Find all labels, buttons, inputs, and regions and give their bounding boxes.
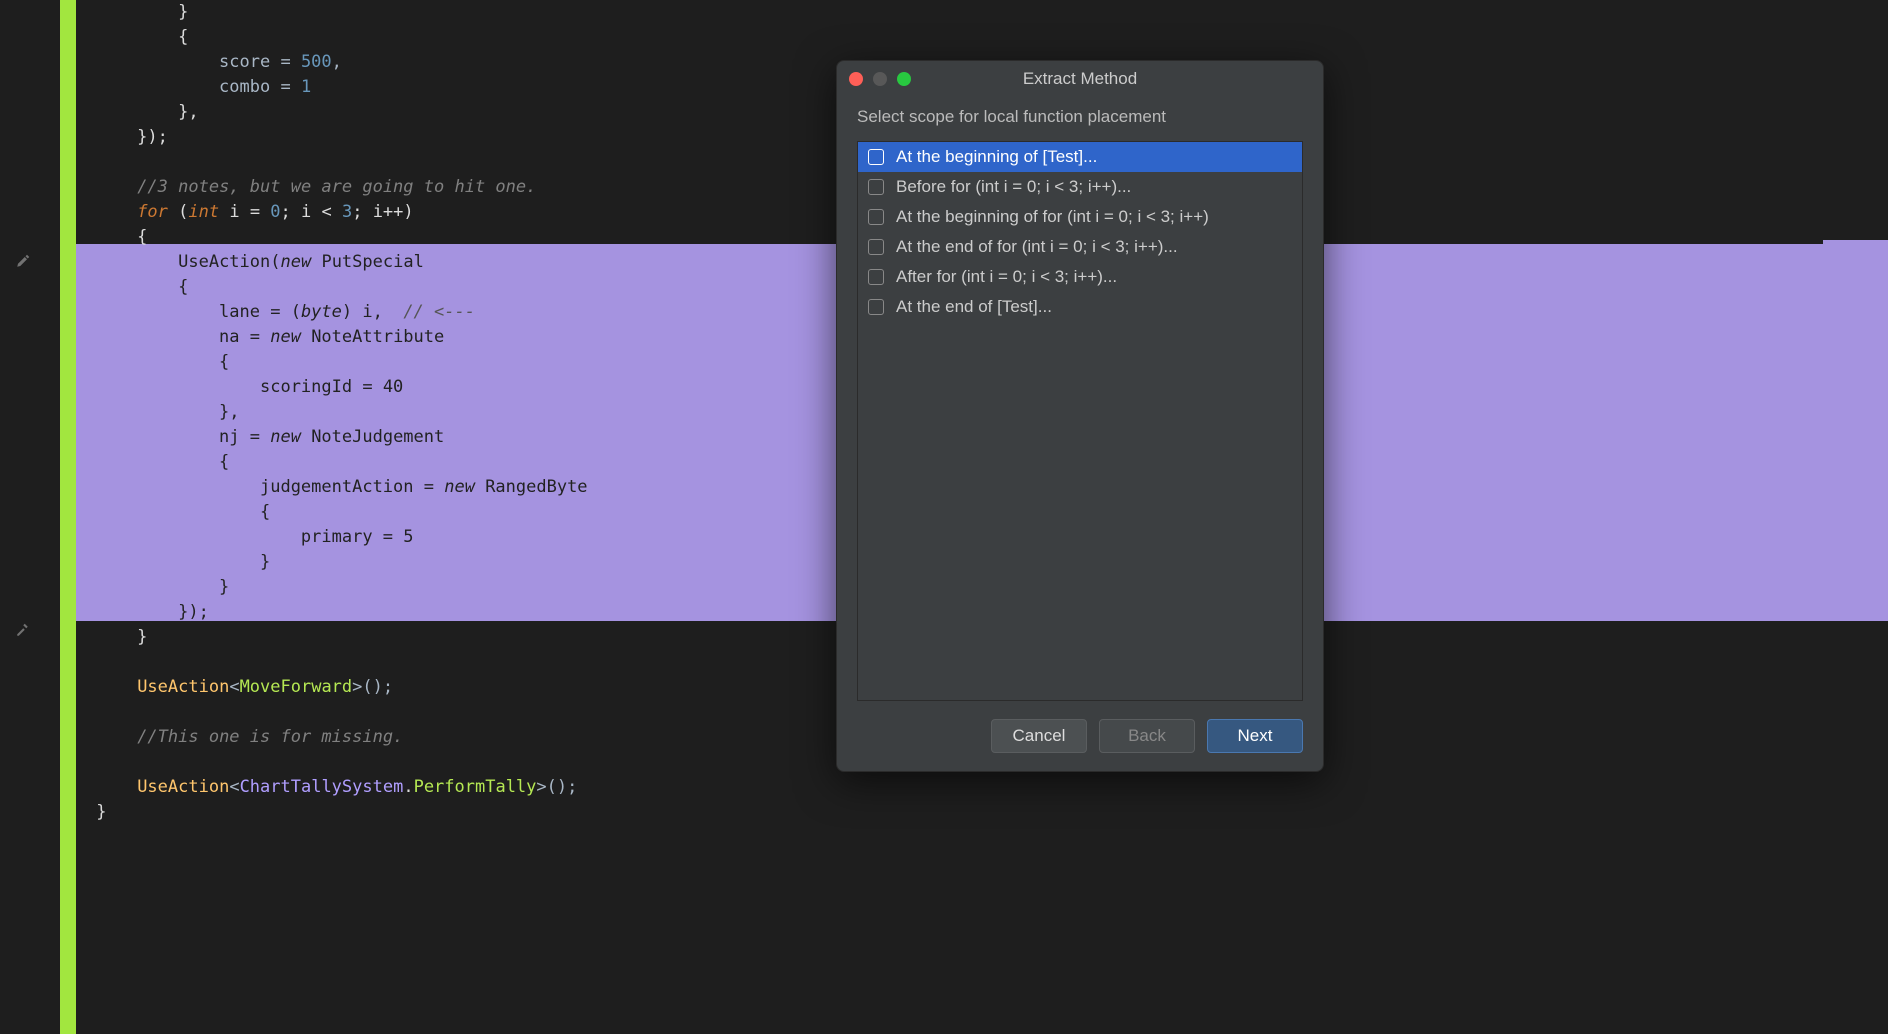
back-button: Back [1099,719,1195,753]
scope-item[interactable]: At the end of for (int i = 0; i < 3; i++… [858,232,1302,262]
checkbox-icon[interactable] [868,179,884,195]
next-button[interactable]: Next [1207,719,1303,753]
checkbox-icon[interactable] [868,149,884,165]
scope-item[interactable]: At the beginning of for (int i = 0; i < … [858,202,1302,232]
scope-item-label: At the end of for (int i = 0; i < 3; i++… [896,237,1178,257]
checkbox-icon[interactable] [868,299,884,315]
extract-method-dialog: Extract Method Select scope for local fu… [836,60,1324,772]
close-icon[interactable] [849,72,863,86]
scope-item-label: At the beginning of for (int i = 0; i < … [896,207,1209,227]
checkbox-icon[interactable] [868,269,884,285]
checkbox-icon[interactable] [868,239,884,255]
scope-item-label: At the beginning of [Test]... [896,147,1097,167]
scope-item[interactable]: After for (int i = 0; i < 3; i++)... [858,262,1302,292]
left-sidebar [0,0,48,1034]
brush-icon[interactable] [15,254,33,272]
scope-list[interactable]: At the beginning of [Test]... Before for … [857,141,1303,701]
scope-item-label: Before for (int i = 0; i < 3; i++)... [896,177,1131,197]
scope-item[interactable]: Before for (int i = 0; i < 3; i++)... [858,172,1302,202]
code-line[interactable]: } [76,0,1888,25]
code-line[interactable]: UseAction<ChartTallySystem.PerformTally>… [76,775,1888,800]
cancel-button[interactable]: Cancel [991,719,1087,753]
code-line[interactable]: } [76,800,1888,825]
dialog-prompt: Select scope for local function placemen… [857,107,1303,127]
zoom-icon[interactable] [897,72,911,86]
scope-item-label: After for (int i = 0; i < 3; i++)... [896,267,1117,287]
vcs-gutter-strip [60,0,76,1034]
scope-item[interactable]: At the beginning of [Test]... [858,142,1302,172]
dialog-titlebar: Extract Method [837,61,1323,97]
checkbox-icon[interactable] [868,209,884,225]
code-line[interactable]: { [76,25,1888,50]
minimize-icon [873,72,887,86]
scope-item[interactable]: At the end of [Test]... [858,292,1302,322]
hammer-icon[interactable] [15,620,33,638]
scope-item-label: At the end of [Test]... [896,297,1052,317]
